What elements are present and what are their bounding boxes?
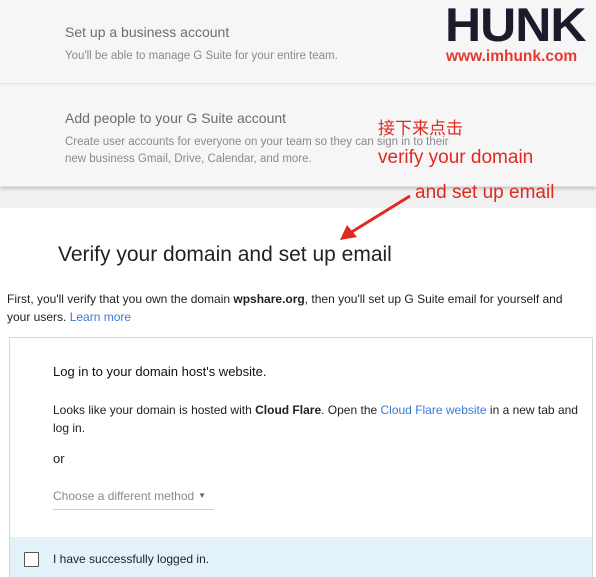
domain-name: wpshare.org <box>233 292 305 306</box>
step-add-people[interactable]: Add people to your G Suite account Creat… <box>0 86 596 187</box>
hunk-logo: HUNK www.imhunk.com <box>445 0 595 67</box>
learn-more-link[interactable]: Learn more <box>70 310 131 324</box>
logged-in-checkbox[interactable] <box>24 552 39 567</box>
logged-in-label: I have successfully logged in. <box>53 552 210 566</box>
logo-url: www.imhunk.com <box>446 48 578 65</box>
page-title: Verify your domain and set up email <box>58 243 392 266</box>
method-select[interactable]: Choose a different method ▼ <box>53 489 214 510</box>
logo-text: HUNK <box>445 0 586 52</box>
annotation-line-1: 接下来点击 <box>378 119 463 138</box>
login-step-text: Looks like your domain is hosted with Cl… <box>53 403 578 435</box>
chevron-down-icon: ▼ <box>198 491 206 500</box>
step-description: You'll be able to manage G Suite for you… <box>65 50 338 62</box>
annotation-line-3: and set up email <box>415 182 555 203</box>
annotation-line-2: verify your domain <box>378 147 534 168</box>
host-website-link[interactable]: Cloud Flare website <box>381 403 487 417</box>
step-title: Set up a business account <box>65 24 230 40</box>
host-name: Cloud Flare <box>255 403 322 417</box>
login-step-title: Log in to your domain host's website. <box>53 364 267 379</box>
step-title: Add people to your G Suite account <box>65 110 287 126</box>
method-select-value: Choose a different method <box>53 489 195 503</box>
intro-text: First, you'll verify that you own the do… <box>7 292 563 324</box>
logged-in-confirmation: I have successfully logged in. <box>10 537 592 577</box>
or-separator: or <box>53 451 65 466</box>
login-step-box: Log in to your domain host's website. Lo… <box>9 337 593 577</box>
